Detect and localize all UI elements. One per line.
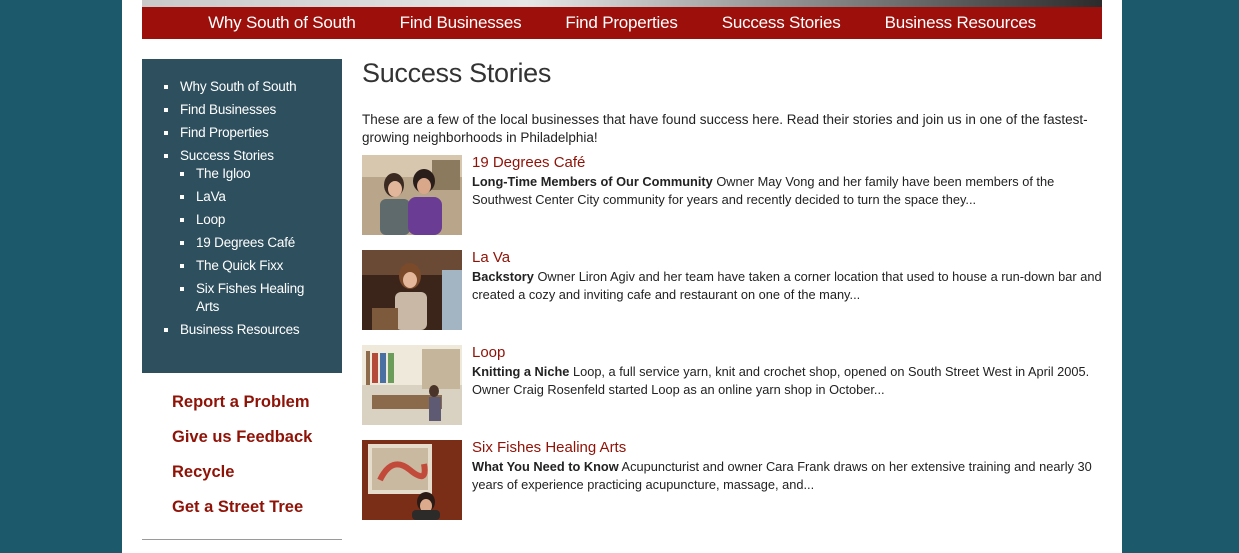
sidebar-subitem-loop[interactable]: Loop — [180, 211, 339, 229]
story-description: Long-Time Members of Our Community Owner… — [472, 173, 1102, 209]
topnav-success-stories[interactable]: Success Stories — [722, 13, 841, 33]
story-item: La Va Backstory Owner Liron Agiv and her… — [362, 249, 1102, 331]
sidebar-item-why-south[interactable]: Why South of South — [164, 78, 339, 96]
story-body: Owner Liron Agiv and her team have taken… — [472, 269, 1102, 302]
story-description: Knitting a Niche Loop, a full service ya… — [472, 363, 1102, 399]
intro-text: These are a few of the local businesses … — [362, 112, 1088, 145]
story-item: Loop Knitting a Niche Loop, a full servi… — [362, 344, 1102, 426]
story-title-19-degrees[interactable]: 19 Degrees Café — [472, 154, 1102, 172]
header-banner-strip — [142, 0, 1102, 7]
sidebar-subitem-19-degrees[interactable]: 19 Degrees Café — [180, 234, 339, 252]
recycle-link[interactable]: Recycle — [172, 462, 312, 482]
feedback-link[interactable]: Give us Feedback — [172, 427, 312, 447]
story-lead: What You Need to Know — [472, 459, 619, 474]
main-content: Success Stories These are a few of the l… — [362, 58, 1102, 535]
story-lead: Long-Time Members of Our Community — [472, 174, 713, 189]
story-title-loop[interactable]: Loop — [472, 344, 1102, 362]
story-description: What You Need to Know Acupuncturist and … — [472, 458, 1102, 494]
sidebar-item-find-properties[interactable]: Find Properties — [164, 124, 339, 142]
top-navigation: Why South of South Find Businesses Find … — [142, 7, 1102, 39]
sidebar-item-success-stories[interactable]: Success Stories The Igloo LaVa Loop 19 D… — [164, 147, 339, 316]
sidebar-subitem-lava[interactable]: LaVa — [180, 188, 339, 206]
story-lead: Backstory — [472, 269, 534, 284]
story-list: 19 Degrees Café Long-Time Members of Our… — [362, 154, 1102, 521]
sidebar-sublist: The Igloo LaVa Loop 19 Degrees Café The … — [180, 165, 339, 316]
sidebar-subitem-quick-fixx[interactable]: The Quick Fixx — [180, 257, 339, 275]
story-thumbnail-six-fishes[interactable] — [362, 440, 462, 520]
page-title: Success Stories — [362, 58, 552, 88]
street-tree-link[interactable]: Get a Street Tree — [172, 497, 312, 517]
story-item: Six Fishes Healing Arts What You Need to… — [362, 439, 1102, 521]
utility-links: Report a Problem Give us Feedback Recycl… — [172, 392, 312, 532]
sidebar-item-label: Success Stories — [180, 148, 274, 163]
topnav-find-businesses[interactable]: Find Businesses — [400, 13, 522, 33]
sidebar-item-business-resources[interactable]: Business Resources — [164, 321, 339, 339]
sidebar-item-find-businesses[interactable]: Find Businesses — [164, 101, 339, 119]
story-description: Backstory Owner Liron Agiv and her team … — [472, 268, 1102, 304]
story-thumbnail-lava[interactable] — [362, 250, 462, 330]
story-thumbnail-19-degrees[interactable] — [362, 155, 462, 235]
story-lead: Knitting a Niche — [472, 364, 570, 379]
topnav-business-resources[interactable]: Business Resources — [885, 13, 1037, 33]
story-thumbnail-loop[interactable] — [362, 345, 462, 425]
story-title-six-fishes[interactable]: Six Fishes Healing Arts — [472, 439, 1102, 457]
story-title-lava[interactable]: La Va — [472, 249, 1102, 267]
sidebar-nav: Why South of South Find Businesses Find … — [142, 59, 342, 373]
topnav-why-south[interactable]: Why South of South — [208, 13, 356, 33]
sidebar-subitem-six-fishes[interactable]: Six Fishes Healing Arts — [180, 280, 316, 316]
topnav-find-properties[interactable]: Find Properties — [565, 13, 677, 33]
sidebar-subitem-igloo[interactable]: The Igloo — [180, 165, 339, 183]
report-problem-link[interactable]: Report a Problem — [172, 392, 312, 412]
sidebar-divider — [142, 539, 342, 540]
sidebar-list: Why South of South Find Businesses Find … — [164, 78, 339, 344]
page: Why South of South Find Businesses Find … — [122, 0, 1122, 553]
story-item: 19 Degrees Café Long-Time Members of Our… — [362, 154, 1102, 236]
